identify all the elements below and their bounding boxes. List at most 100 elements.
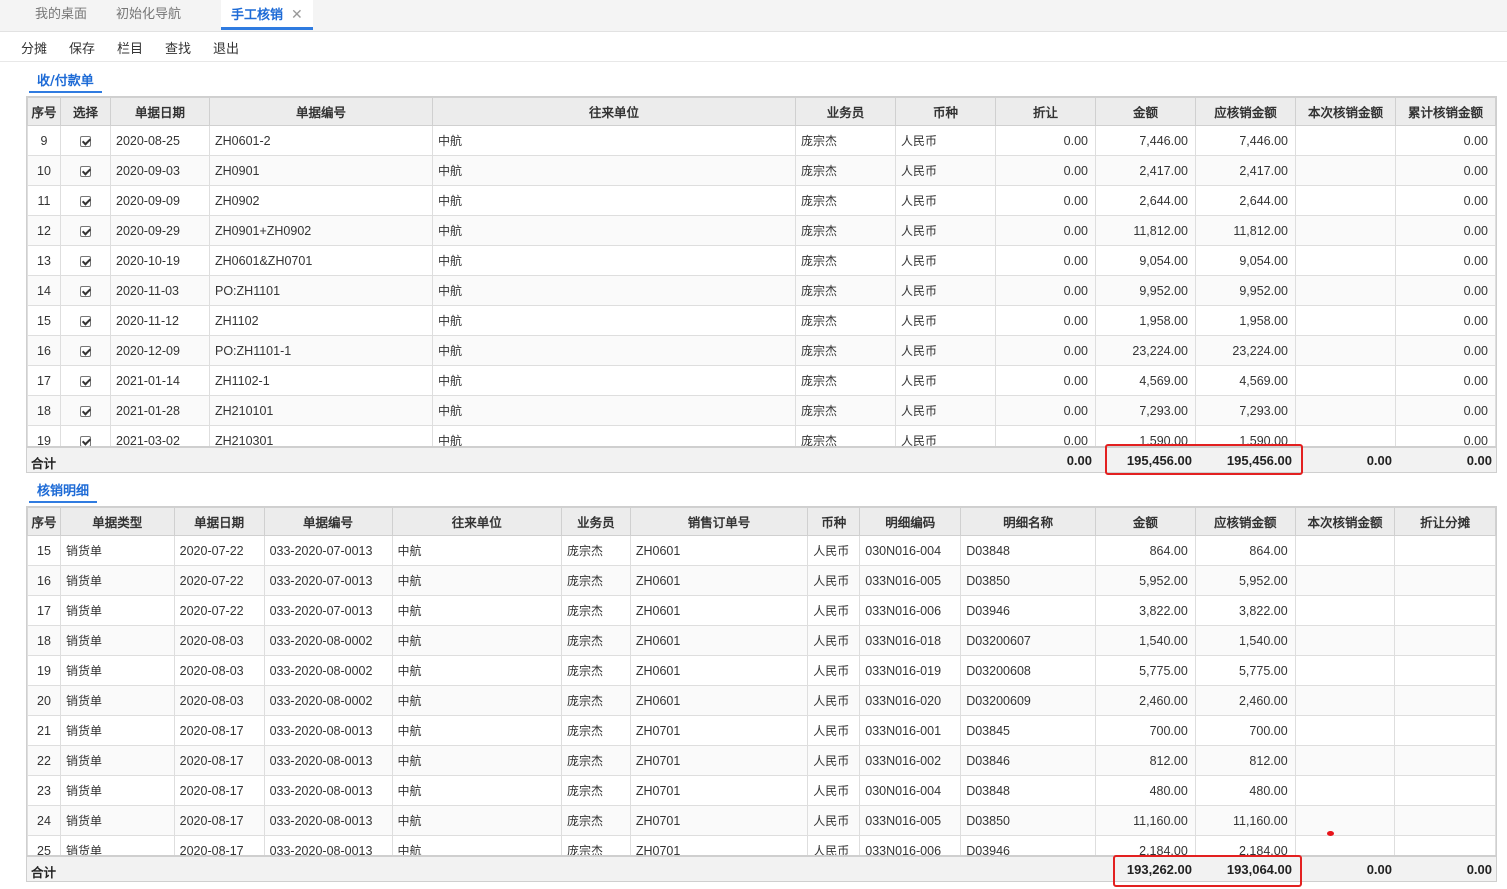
table-row[interactable]: 15 2020-11-12 ZH1102 中航 庞宗杰 人民币 0.00 1,958.00 1,… — [27, 305, 1496, 336]
receipt-header-cell[interactable]: 折让 — [995, 97, 1096, 126]
checkbox-checked-icon[interactable] — [80, 225, 91, 237]
table-row[interactable]: 24 销货单 2020-08-17 033-2020-08-0013 中航 庞宗杰 ZH07… — [27, 805, 1496, 836]
save-button[interactable]: 保存 — [69, 38, 95, 57]
select-cell[interactable] — [60, 125, 111, 156]
table-row[interactable]: 17 2021-01-14 ZH1102-1 中航 庞宗杰 人民币 0.00 4,569.00… — [27, 365, 1496, 396]
checkbox-checked-icon[interactable] — [80, 195, 91, 207]
checkbox-checked-icon[interactable] — [80, 255, 91, 267]
table-cell: 033-2020-08-0013 — [263, 775, 393, 806]
table-row[interactable]: 18 2021-01-28 ZH210101 中航 庞宗杰 人民币 0.00 7,293.00… — [27, 395, 1496, 426]
select-cell[interactable] — [60, 215, 111, 246]
table-row[interactable]: 17 销货单 2020-07-22 033-2020-07-0013 中航 庞宗杰 ZH06… — [27, 595, 1496, 626]
table-row[interactable]: 13 2020-10-19 ZH0601&ZH0701 中航 庞宗杰 人民币 0.00 9,0… — [27, 245, 1496, 276]
select-cell[interactable] — [60, 365, 111, 396]
checkbox-checked-icon[interactable] — [80, 285, 91, 297]
receipt-header-cell[interactable]: 序号 — [27, 97, 61, 126]
receipt-header-cell[interactable]: 业务员 — [795, 97, 896, 126]
tab-my-desktop[interactable]: 我的桌面 — [35, 0, 87, 30]
table-row[interactable]: 16 销货单 2020-07-22 033-2020-07-0013 中航 庞宗杰 ZH06… — [27, 565, 1496, 596]
checkbox-checked-icon[interactable] — [80, 375, 91, 387]
select-cell[interactable] — [60, 395, 111, 426]
detail-header-cell[interactable]: 业务员 — [560, 507, 631, 536]
detail-header-cell[interactable]: 序号 — [27, 507, 61, 536]
receipt-header-cell[interactable]: 选择 — [60, 97, 111, 126]
detail-header-cell[interactable]: 单据日期 — [173, 507, 265, 536]
table-row[interactable]: 10 2020-09-03 ZH0901 中航 庞宗杰 人民币 0.00 2,417.00 2,… — [27, 155, 1496, 186]
select-cell[interactable] — [60, 245, 111, 276]
receipt-header-cell[interactable]: 币种 — [895, 97, 996, 126]
detail-header-cell[interactable]: 单据编号 — [263, 507, 393, 536]
table-cell: 人民币 — [807, 745, 861, 776]
select-cell[interactable] — [60, 275, 111, 306]
table-row[interactable]: 21 销货单 2020-08-17 033-2020-08-0013 中航 庞宗杰 ZH07… — [27, 715, 1496, 746]
select-cell[interactable] — [60, 335, 111, 366]
receipt-header-cell[interactable]: 金额 — [1095, 97, 1196, 126]
table-cell: 庞宗杰 — [560, 685, 631, 716]
detail-section-tab[interactable]: 核销明细 — [29, 480, 98, 503]
close-icon[interactable]: ✕ — [291, 7, 303, 23]
table-cell: 033N016-005 — [859, 805, 962, 836]
table-cell: 人民币 — [895, 215, 996, 246]
detail-header-cell[interactable]: 销售订单号 — [629, 507, 809, 536]
exit-button[interactable]: 退出 — [213, 38, 239, 57]
table-row[interactable]: 12 2020-09-29 ZH0901+ZH0902 中航 庞宗杰 人民币 0.00 11,… — [27, 215, 1496, 246]
receipt-header-cell[interactable]: 累计核销金额 — [1395, 97, 1496, 126]
table-cell: 033N016-001 — [859, 715, 962, 746]
table-cell: ZH0601 — [629, 565, 809, 596]
checkbox-checked-icon[interactable] — [80, 315, 91, 327]
detail-header-cell[interactable]: 单据类型 — [59, 507, 175, 536]
detail-header-cell[interactable]: 明细名称 — [960, 507, 1096, 536]
table-row[interactable]: 16 2020-12-09 PO:ZH1101-1 中航 庞宗杰 人民币 0.00 23,22… — [27, 335, 1496, 366]
table-cell: 9,952.00 — [1095, 275, 1196, 306]
tab-manual-writeoff[interactable]: 手工核销 ✕ — [221, 0, 313, 30]
columns-button[interactable]: 栏目 — [117, 38, 143, 57]
select-cell[interactable] — [60, 425, 111, 446]
table-row[interactable]: 15 销货单 2020-07-22 033-2020-07-0013 中航 庞宗杰 ZH06… — [27, 535, 1496, 566]
select-cell[interactable] — [60, 185, 111, 216]
detail-header-cell[interactable]: 金额 — [1094, 507, 1196, 536]
detail-header-cell[interactable]: 折让分摊 — [1394, 507, 1496, 536]
detail-header-cell[interactable]: 明细编码 — [859, 507, 962, 536]
table-cell: 中航 — [391, 655, 562, 686]
table-row[interactable]: 11 2020-09-09 ZH0902 中航 庞宗杰 人民币 0.00 2,644.00 2,… — [27, 185, 1496, 216]
table-cell: 24 — [27, 805, 61, 836]
table-cell: 2,644.00 — [1095, 185, 1196, 216]
checkbox-checked-icon[interactable] — [80, 405, 91, 417]
table-cell: 0.00 — [1395, 185, 1496, 216]
table-row[interactable]: 22 销货单 2020-08-17 033-2020-08-0013 中航 庞宗杰 ZH07… — [27, 745, 1496, 776]
table-row[interactable]: 20 销货单 2020-08-03 033-2020-08-0002 中航 庞宗杰 ZH06… — [27, 685, 1496, 716]
detail-header-cell[interactable]: 往来单位 — [391, 507, 562, 536]
table-row[interactable]: 25 销货单 2020-08-17 033-2020-08-0013 中航 庞宗杰 ZH07… — [27, 835, 1496, 855]
table-cell — [1394, 685, 1496, 716]
find-button[interactable]: 查找 — [165, 38, 191, 57]
allocate-button[interactable]: 分摊 — [21, 38, 47, 57]
checkbox-checked-icon[interactable] — [80, 435, 91, 446]
table-cell: 2020-08-17 — [173, 775, 265, 806]
detail-header-cell[interactable]: 币种 — [807, 507, 861, 536]
table-row[interactable]: 14 2020-11-03 PO:ZH1101 中航 庞宗杰 人民币 0.00 9,952.0… — [27, 275, 1496, 306]
detail-header-cell[interactable]: 本次核销金额 — [1294, 507, 1396, 536]
receipt-header-cell[interactable]: 单据日期 — [110, 97, 210, 126]
table-cell: 2,184.00 — [1194, 835, 1296, 855]
receipt-header-cell[interactable]: 应核销金额 — [1195, 97, 1296, 126]
tab-init-nav[interactable]: 初始化导航 — [116, 0, 181, 30]
checkbox-checked-icon[interactable] — [80, 135, 91, 147]
table-cell — [1294, 805, 1396, 836]
receipt-header-cell[interactable]: 本次核销金额 — [1295, 97, 1396, 126]
checkbox-checked-icon[interactable] — [80, 165, 91, 177]
table-row[interactable]: 18 销货单 2020-08-03 033-2020-08-0002 中航 庞宗杰 ZH06… — [27, 625, 1496, 656]
select-cell[interactable] — [60, 155, 111, 186]
table-row[interactable]: 23 销货单 2020-08-17 033-2020-08-0013 中航 庞宗杰 ZH07… — [27, 775, 1496, 806]
receipt-header-cell[interactable]: 往来单位 — [432, 97, 796, 126]
table-row[interactable]: 9 2020-08-25 ZH0601-2 中航 庞宗杰 人民币 0.00 7,446.00 7… — [27, 125, 1496, 156]
detail-header-cell[interactable]: 应核销金额 — [1194, 507, 1296, 536]
checkbox-checked-icon[interactable] — [80, 345, 91, 357]
table-cell: 0.00 — [995, 395, 1096, 426]
table-row[interactable]: 19 销货单 2020-08-03 033-2020-08-0002 中航 庞宗杰 ZH06… — [27, 655, 1496, 686]
table-cell: D03200608 — [960, 655, 1096, 686]
select-cell[interactable] — [60, 305, 111, 336]
receipt-header-cell[interactable]: 单据编号 — [209, 97, 433, 126]
receipt-section-tab[interactable]: 收/付款单 — [29, 70, 102, 93]
table-cell: 庞宗杰 — [795, 335, 896, 366]
table-cell — [1394, 715, 1496, 746]
